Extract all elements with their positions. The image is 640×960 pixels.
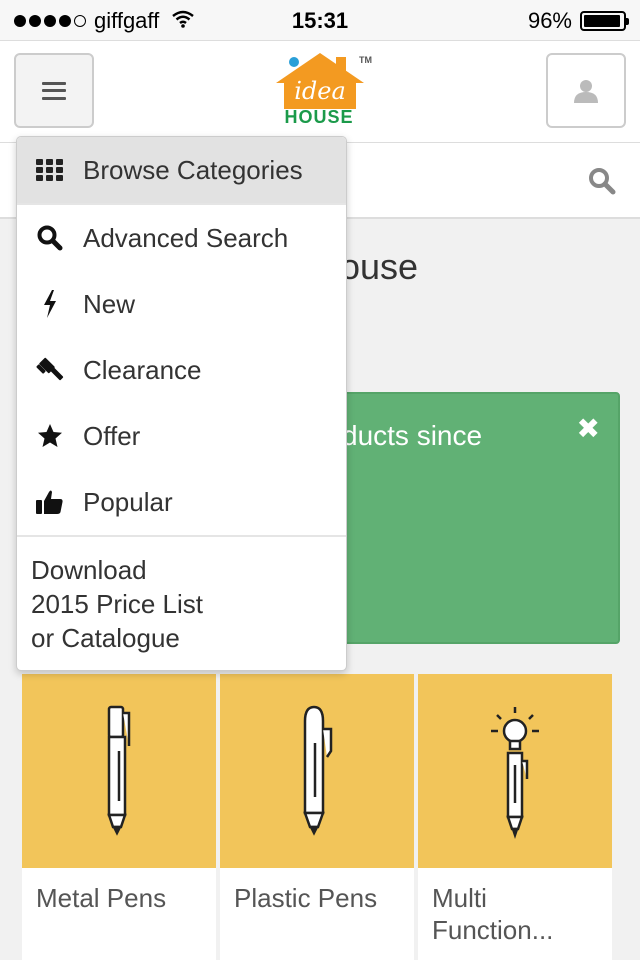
menu-item-label: Offer <box>83 420 141 451</box>
category-tile-multi-function[interactable]: Multi Function... <box>418 674 612 960</box>
search-icon <box>17 225 83 251</box>
search-button[interactable] <box>588 167 616 200</box>
main-menu-dropdown: Browse Categories Advanced Search New Cl… <box>16 136 347 671</box>
star-icon <box>17 423 83 449</box>
menu-item-label: Advanced Search <box>83 222 289 253</box>
menu-item-clearance[interactable]: Clearance <box>17 337 346 403</box>
status-bar: giffgaff 15:31 96% <box>0 0 640 40</box>
logo[interactable]: idea TM HOUSE <box>268 49 372 129</box>
house-logo-icon: idea <box>276 53 364 109</box>
menu-item-label: New <box>83 288 136 319</box>
menu-divider <box>17 535 346 537</box>
tile-label: Multi Function... <box>432 883 554 945</box>
download-line: 2015 Price List <box>31 589 203 619</box>
menu-item-advanced-search[interactable]: Advanced Search <box>17 205 346 271</box>
hamburger-icon <box>42 81 66 100</box>
search-icon <box>589 168 616 195</box>
close-icon[interactable]: ✖ <box>577 412 600 445</box>
thumbs-up-icon <box>17 489 83 515</box>
menu-item-offer[interactable]: Offer <box>17 403 346 469</box>
category-tile-metal-pens[interactable]: Metal Pens <box>22 674 216 960</box>
tile-label: Plastic Pens <box>234 883 378 913</box>
battery-percent: 96% <box>527 8 572 33</box>
menu-item-label: Clearance <box>83 354 202 385</box>
menu-item-new[interactable]: New <box>17 271 346 337</box>
category-tiles: Metal Pens Plastic Pens Multi Function..… <box>22 674 622 960</box>
user-icon <box>574 79 598 103</box>
tile-label: Metal Pens <box>36 883 167 913</box>
account-button[interactable] <box>546 53 626 128</box>
battery-icon <box>580 11 629 31</box>
page-title: ouse <box>340 246 419 287</box>
metal-pen-icon <box>22 674 216 868</box>
menu-item-label: Browse Categories <box>83 154 303 185</box>
menu-item-label: Popular <box>83 486 173 517</box>
download-price-list-link[interactable]: Download 2015 Price List or Catalogue <box>31 553 203 655</box>
category-tile-plastic-pens[interactable]: Plastic Pens <box>220 674 414 960</box>
plastic-pen-icon <box>220 674 414 868</box>
app-header: idea TM HOUSE <box>0 40 640 143</box>
menu-toggle-button[interactable] <box>14 53 94 128</box>
notice-text: ducts since <box>342 420 483 451</box>
menu-item-browse-categories[interactable]: Browse Categories <box>17 137 346 203</box>
logo-script-text: idea <box>294 77 346 105</box>
gavel-icon <box>17 356 83 384</box>
bolt-icon <box>17 290 83 318</box>
download-line: Download <box>31 555 147 585</box>
notice-banner: ducts since ✖ <box>318 392 620 644</box>
grid-icon <box>17 159 83 181</box>
download-line: or Catalogue <box>31 623 180 653</box>
menu-item-popular[interactable]: Popular <box>17 469 346 535</box>
trademark-mark: TM <box>359 55 372 65</box>
multifunction-pen-icon <box>418 674 612 868</box>
logo-text: HOUSE <box>284 107 354 127</box>
battery-group: 96% <box>527 8 629 34</box>
